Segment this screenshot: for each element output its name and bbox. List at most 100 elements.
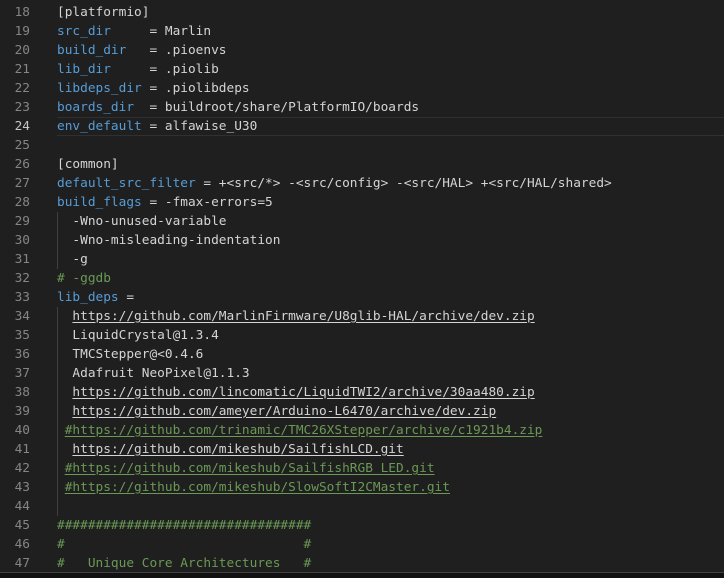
code-line-content[interactable]: [platformio] [57, 3, 724, 22]
line-number[interactable]: 29 [0, 212, 50, 231]
code-line-content[interactable]: # Unique Core Architectures # [57, 554, 724, 573]
code-token: boards_dir [57, 100, 135, 115]
code-token: libdeps_dir [57, 81, 142, 96]
code-line-content[interactable]: Adafruit NeoPixel@1.1.3 [57, 364, 724, 383]
code-line-content[interactable]: build_dir = .pioenvs [57, 41, 724, 60]
editor-bottom-border [0, 572, 724, 578]
code-line-content[interactable]: https://github.com/lincomatic/LiquidTWI2… [57, 383, 724, 402]
code-line-content[interactable] [57, 136, 724, 155]
code-line-content[interactable]: src_dir = Marlin [57, 22, 724, 41]
code-line-content[interactable]: TMCStepper@<0.4.6 [57, 345, 724, 364]
line-number[interactable]: 25 [0, 136, 50, 155]
code-line: 31 -g [0, 250, 724, 269]
line-number[interactable]: 42 [0, 459, 50, 478]
code-line-content[interactable]: #https://github.com/mikeshub/SlowSoftI2C… [57, 478, 724, 497]
url-link[interactable]: #https://github.com/trinamic/TMC26XStepp… [65, 423, 543, 438]
code-line-content[interactable]: LiquidCrystal@1.3.4 [57, 326, 724, 345]
code-line: 26 [common] [0, 155, 724, 174]
line-number[interactable]: 33 [0, 288, 50, 307]
line-number[interactable]: 34 [0, 307, 50, 326]
code-line-content[interactable]: lib_dir = .piolib [57, 60, 724, 79]
line-number[interactable]: 18 [0, 3, 50, 22]
line-number[interactable]: 30 [0, 231, 50, 250]
line-number[interactable]: 27 [0, 174, 50, 193]
code-line-content[interactable]: default_src_filter = +<src/*> -<src/conf… [57, 174, 724, 193]
code-line-content[interactable]: #https://github.com/trinamic/TMC26XStepp… [57, 421, 724, 440]
code-line-content[interactable]: https://github.com/MarlinFirmware/U8glib… [57, 307, 724, 326]
url-link[interactable]: #https://github.com/mikeshub/SlowSoftI2C… [65, 480, 450, 495]
code-token: = +<src/*> -<src/config> -<src/HAL> +<sr… [195, 176, 612, 191]
code-token: # Unique Core Architectures # [57, 556, 312, 571]
line-number[interactable]: 23 [0, 98, 50, 117]
code-line-content[interactable]: lib_deps = [57, 288, 724, 307]
code-token: = -fmax-errors=5 [141, 195, 273, 210]
editor-pane: 18 [platformio] 19 src_dir = Marlin 20 build_… [0, 0, 724, 578]
line-number[interactable]: 24 [0, 117, 50, 136]
code-line-content[interactable]: # # [57, 535, 724, 554]
url-link[interactable]: https://github.com/lincomatic/LiquidTWI2… [72, 385, 534, 400]
code-token: [common] [57, 157, 119, 172]
line-number[interactable]: 20 [0, 41, 50, 60]
line-number[interactable]: 26 [0, 155, 50, 174]
code-line: 38 https://github.com/lincomatic/LiquidT… [0, 383, 724, 402]
code-token: # # [57, 537, 312, 552]
code-line-content[interactable]: #https://github.com/mikeshub/SailfishRGB… [57, 459, 724, 478]
code-line-content[interactable]: boards_dir = buildroot/share/PlatformIO/… [57, 98, 724, 117]
line-number[interactable]: 45 [0, 516, 50, 535]
code-line-content[interactable]: ################################# [57, 516, 724, 535]
code-line-content[interactable]: env_default = alfawise_U30 [57, 117, 724, 136]
code-line: 19 src_dir = Marlin [0, 22, 724, 41]
line-number[interactable]: 41 [0, 440, 50, 459]
code-token: [platformio] [57, 5, 150, 20]
line-number[interactable]: 31 [0, 250, 50, 269]
line-number[interactable]: 46 [0, 535, 50, 554]
url-link[interactable]: https://github.com/ameyer/Arduino-L6470/… [72, 404, 496, 419]
url-link[interactable]: https://github.com/mikeshub/SailfishLCD.… [72, 442, 403, 457]
code-line-content[interactable] [57, 497, 724, 516]
code-line: 22 libdeps_dir = .piolibdeps [0, 79, 724, 98]
line-number[interactable]: 39 [0, 402, 50, 421]
code-line-content[interactable]: build_flags = -fmax-errors=5 [57, 193, 724, 212]
code-token: lib_deps [57, 290, 119, 305]
line-number[interactable]: 38 [0, 383, 50, 402]
code-token: build_flags [57, 195, 142, 210]
line-number[interactable]: 47 [0, 554, 50, 573]
code-line: 37 Adafruit NeoPixel@1.1.3 [0, 364, 724, 383]
line-number[interactable]: 36 [0, 345, 50, 364]
code-line-content[interactable]: -Wno-unused-variable [57, 212, 724, 231]
line-number[interactable]: 22 [0, 79, 50, 98]
code-token: = .piolibdeps [141, 81, 250, 96]
url-link[interactable]: #https://github.com/mikeshub/SailfishRGB… [65, 461, 435, 476]
code-line-content[interactable]: https://github.com/ameyer/Arduino-L6470/… [57, 402, 724, 421]
code-token: Adafruit NeoPixel@1.1.3 [57, 366, 250, 381]
line-number[interactable]: 28 [0, 193, 50, 212]
code-token: env_default [57, 119, 142, 134]
line-number[interactable]: 32 [0, 269, 50, 288]
code-line-content[interactable]: -g [57, 250, 724, 269]
code-line: 33 lib_deps = [0, 288, 724, 307]
line-number[interactable]: 44 [0, 497, 50, 516]
code-line: 47 # Unique Core Architectures # [0, 554, 724, 573]
url-link[interactable]: https://github.com/MarlinFirmware/U8glib… [72, 309, 534, 324]
code-line-content[interactable]: [common] [57, 155, 724, 174]
code-line-content[interactable]: # -ggdb [57, 269, 724, 288]
code-token: = alfawise_U30 [141, 119, 258, 134]
line-number[interactable]: 37 [0, 364, 50, 383]
line-number[interactable]: 35 [0, 326, 50, 345]
code-line-content[interactable]: https://github.com/mikeshub/SailfishLCD.… [57, 440, 724, 459]
line-number[interactable]: 40 [0, 421, 50, 440]
line-number[interactable]: 21 [0, 60, 50, 79]
code-line-content[interactable]: -Wno-misleading-indentation [57, 231, 724, 250]
code-line: 35 LiquidCrystal@1.3.4 [0, 326, 724, 345]
code-line: 34 https://github.com/MarlinFirmware/U8g… [0, 307, 724, 326]
line-number[interactable]: 19 [0, 22, 50, 41]
code-line-content[interactable]: libdeps_dir = .piolibdeps [57, 79, 724, 98]
line-number[interactable]: 43 [0, 478, 50, 497]
code-token: lib_dir [57, 62, 111, 77]
code-line: 45 ################################# [0, 516, 724, 535]
